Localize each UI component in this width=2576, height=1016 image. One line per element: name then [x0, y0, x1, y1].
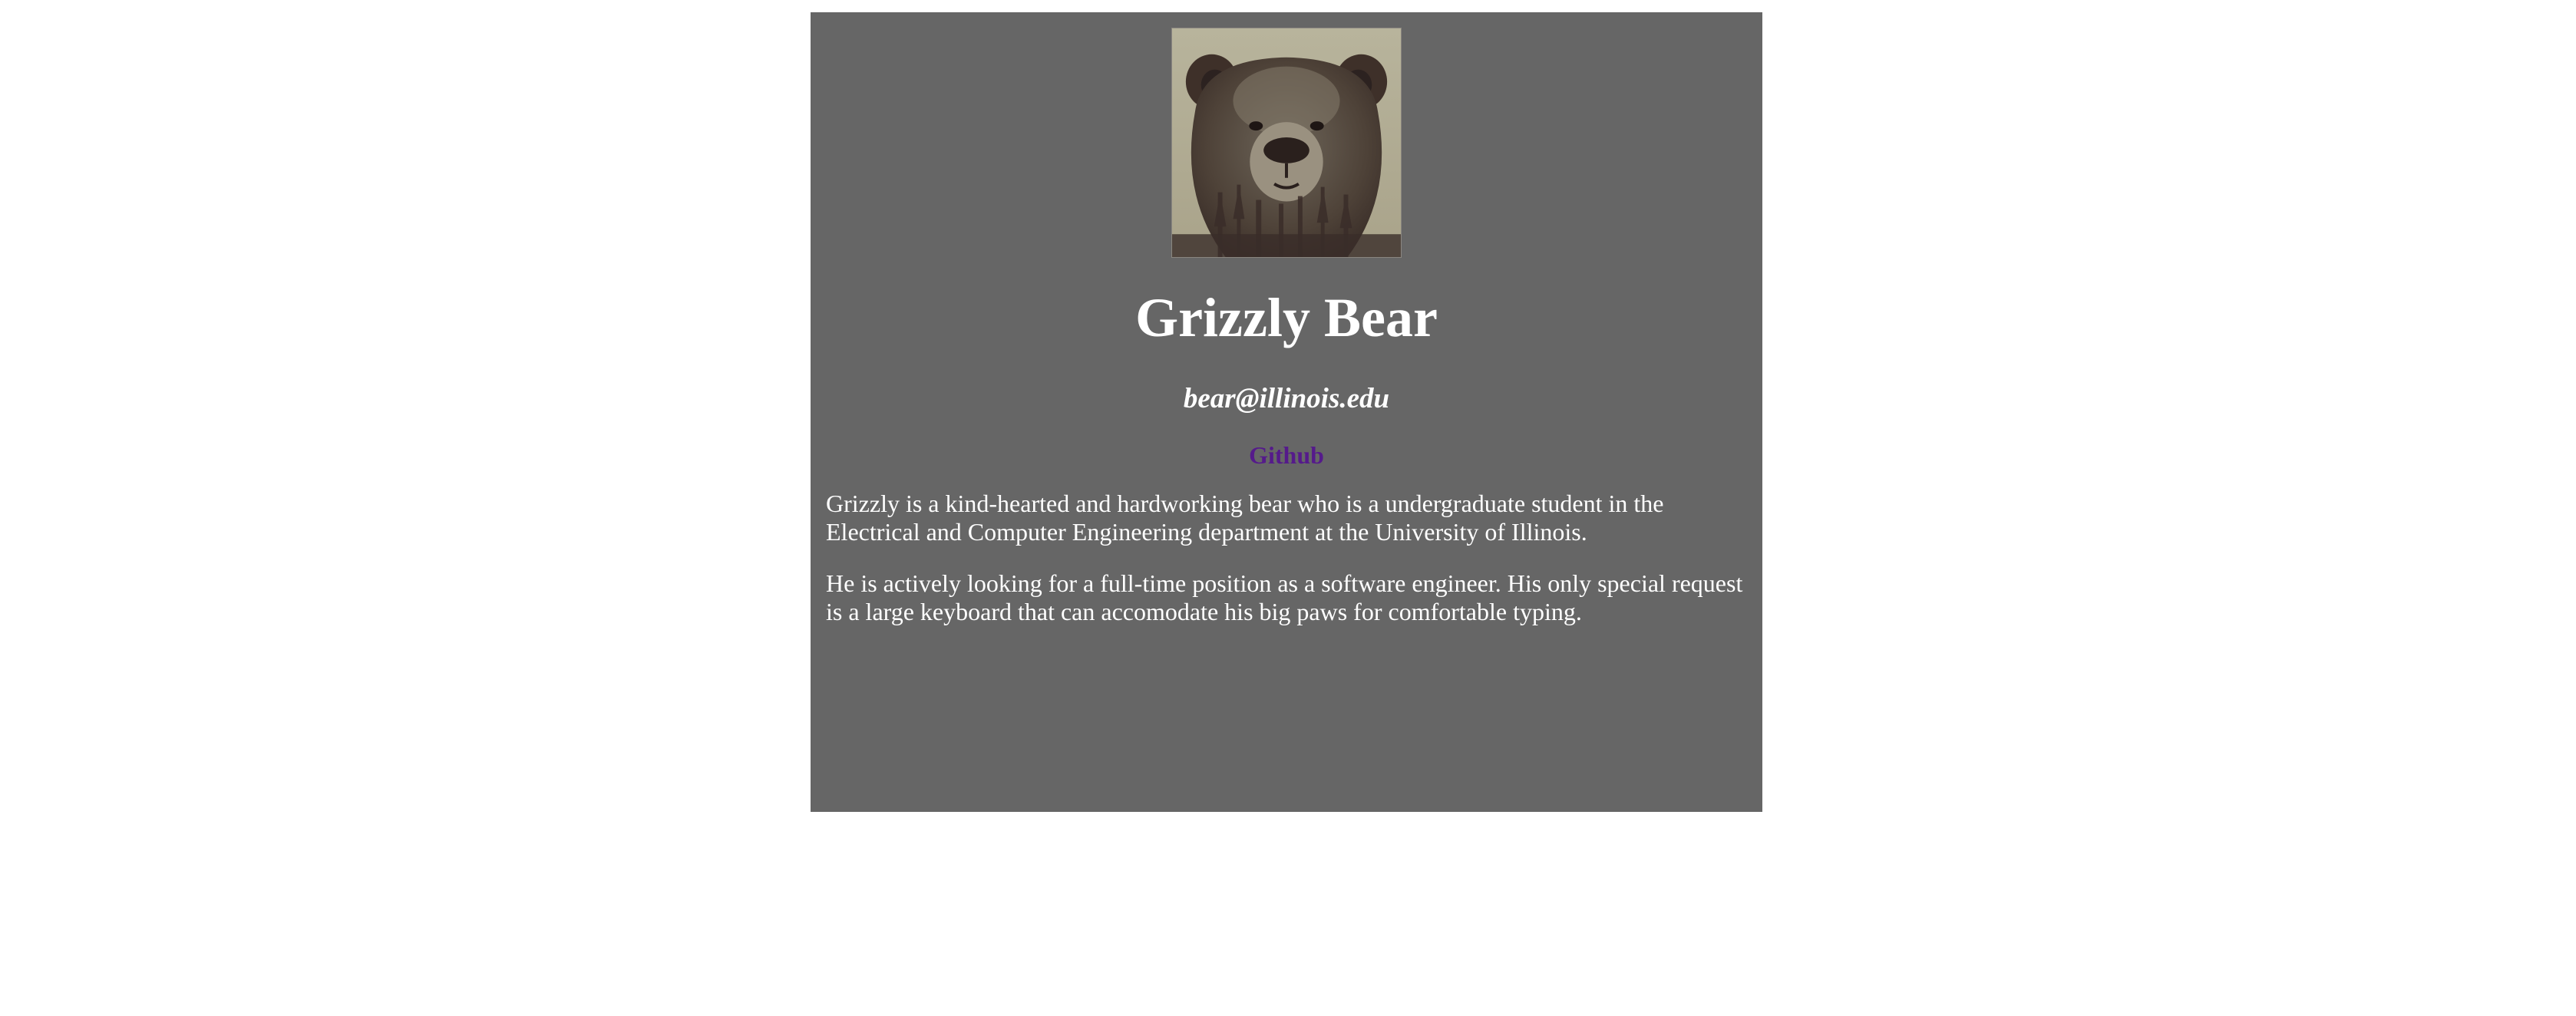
profile-email: bear@illinois.edu — [1183, 383, 1390, 414]
bio-paragraph-1: Grizzly is a kind-hearted and hardworkin… — [826, 490, 1664, 546]
bio-paragraph-2: He is actively looking for a full-time p… — [826, 569, 1743, 625]
bear-portrait-icon — [1172, 28, 1401, 257]
profile-card: Grizzly Bear bear@illinois.edu Github Gr… — [811, 12, 1762, 812]
github-link[interactable]: Github — [826, 440, 1747, 470]
bear-portrait-image — [1171, 28, 1402, 258]
profile-name: Grizzly Bear — [1135, 287, 1438, 348]
